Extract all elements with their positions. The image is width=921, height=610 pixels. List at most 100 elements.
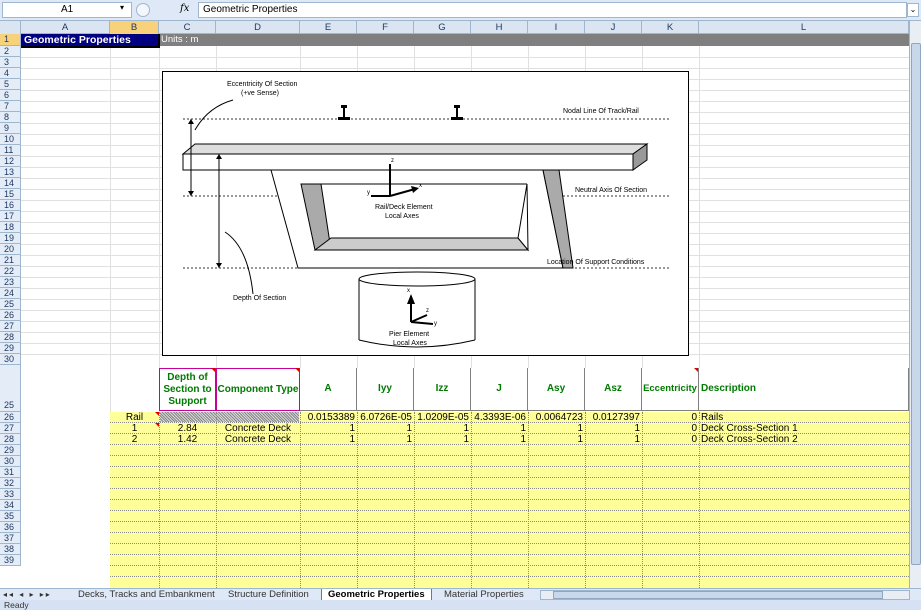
column-header-a[interactable]: A (21, 21, 110, 34)
row-header[interactable]: 11 (0, 145, 21, 156)
cell-a[interactable]: 0.0153389 (300, 412, 357, 423)
row-header[interactable]: 12 (0, 156, 21, 167)
row-header[interactable]: 32 (0, 478, 21, 489)
cell-j[interactable]: 4.3393E-06 (471, 412, 528, 423)
cell-asy[interactable]: 0.0064723 (528, 412, 585, 423)
row-header[interactable]: 25 (0, 299, 21, 310)
row-header[interactable]: 37 (0, 533, 21, 544)
row-header-1[interactable]: 1 (0, 34, 21, 46)
column-header-h[interactable]: H (471, 21, 528, 34)
cell-eccentricity[interactable]: 0 (642, 423, 699, 434)
row-header[interactable]: 26 (0, 310, 21, 321)
row-header[interactable]: 20 (0, 244, 21, 255)
row-header[interactable]: 8 (0, 112, 21, 123)
row-header[interactable]: 9 (0, 123, 21, 134)
name-box[interactable]: A1 (2, 2, 132, 18)
header-depth[interactable]: Depth of Section to Support (159, 368, 216, 411)
column-header-l[interactable]: L (699, 21, 909, 34)
column-header-d[interactable]: D (216, 21, 300, 34)
row-header[interactable]: 28 (0, 434, 21, 445)
column-header-e[interactable]: E (300, 21, 357, 34)
header-description[interactable]: Description (699, 368, 909, 411)
cell-description[interactable]: Deck Cross-Section 2 (699, 434, 909, 445)
cell-asy[interactable]: 1 (528, 434, 585, 445)
row-header[interactable]: 16 (0, 200, 21, 211)
row-header[interactable]: 21 (0, 255, 21, 266)
row-header[interactable]: 22 (0, 266, 21, 277)
row-header[interactable]: 30 (0, 354, 21, 365)
column-header-c[interactable]: C (159, 21, 216, 34)
row-header[interactable]: 10 (0, 134, 21, 145)
column-header-i[interactable]: I (528, 21, 585, 34)
column-header-g[interactable]: G (414, 21, 471, 34)
cell-asz[interactable]: 1 (585, 434, 642, 445)
row-header[interactable]: 28 (0, 332, 21, 343)
cell-eccentricity[interactable]: 0 (642, 412, 699, 423)
row-header[interactable]: 17 (0, 211, 21, 222)
column-header-k[interactable]: K (642, 21, 699, 34)
column-header-j[interactable]: J (585, 21, 642, 34)
row-header[interactable]: 39 (0, 555, 21, 566)
row-header[interactable]: 27 (0, 423, 21, 434)
vertical-scrollbar[interactable] (909, 21, 921, 588)
row-header[interactable]: 34 (0, 500, 21, 511)
row-header[interactable]: 7 (0, 101, 21, 112)
row-header[interactable]: 23 (0, 277, 21, 288)
row-header[interactable]: 19 (0, 233, 21, 244)
name-box-dropdown-icon[interactable]: ▾ (120, 3, 124, 12)
row-header[interactable]: 27 (0, 321, 21, 332)
cell-depth[interactable]: 1.42 (159, 434, 216, 445)
horizontal-scrollbar[interactable] (540, 590, 910, 600)
header-iyy[interactable]: Iyy (357, 368, 414, 411)
header-j[interactable]: J (471, 368, 528, 411)
row-header[interactable]: 29 (0, 445, 21, 456)
column-header-f[interactable]: F (357, 21, 414, 34)
header-asz[interactable]: Asz (585, 368, 642, 411)
cell-description[interactable]: Rails (699, 412, 909, 423)
tab-navigation-arrows[interactable]: ◂◂ ◂ ▸ ▸▸ (3, 589, 52, 600)
row-header[interactable]: 38 (0, 544, 21, 555)
vertical-scroll-thumb[interactable] (911, 43, 921, 565)
cell-izz[interactable]: 1.0209E-05 (414, 412, 471, 423)
header-a[interactable]: A (300, 368, 357, 411)
cell-izz[interactable]: 1 (414, 423, 471, 434)
cell-iyy[interactable]: 1 (357, 434, 414, 445)
cell-j[interactable]: 1 (471, 423, 528, 434)
row-header[interactable]: 13 (0, 167, 21, 178)
formula-input[interactable]: Geometric Properties (198, 2, 907, 18)
cell-a[interactable]: 1 (300, 423, 357, 434)
cell-asy[interactable]: 1 (528, 423, 585, 434)
cell-asz[interactable]: 0.0127397 (585, 412, 642, 423)
row-header[interactable]: 31 (0, 467, 21, 478)
cell-description[interactable]: Deck Cross-Section 1 (699, 423, 909, 434)
cancel-formula-icon[interactable] (136, 3, 150, 17)
row-label-cell[interactable]: Rail (110, 412, 159, 423)
cell-component-type[interactable]: Concrete Deck (216, 423, 300, 434)
sheet-grid[interactable]: Geometric Properties Units : m Eccentric… (21, 34, 909, 588)
header-izz[interactable]: Izz (414, 368, 471, 411)
cell-a[interactable]: 1 (300, 434, 357, 445)
sheet-title-cell[interactable]: Geometric Properties (21, 34, 160, 48)
horizontal-scroll-thumb[interactable] (553, 591, 883, 599)
row-label-cell[interactable]: 1 (110, 423, 159, 434)
select-all-button[interactable] (0, 21, 21, 34)
row-header[interactable]: 33 (0, 489, 21, 500)
header-component-type[interactable]: Component Type (216, 368, 300, 411)
row-label-cell[interactable]: 2 (110, 434, 159, 445)
cross-section-diagram[interactable]: Eccentricity Of Section (+ve Sense) Noda… (162, 71, 689, 356)
row-header[interactable]: 24 (0, 288, 21, 299)
expand-formula-bar-icon[interactable]: ⌄ (907, 3, 919, 17)
row-header[interactable]: 29 (0, 343, 21, 354)
cell-j[interactable]: 1 (471, 434, 528, 445)
row-header[interactable]: 36 (0, 522, 21, 533)
row-header[interactable]: 6 (0, 90, 21, 101)
cell-eccentricity[interactable]: 0 (642, 434, 699, 445)
cell-component-type[interactable]: Concrete Deck (216, 434, 300, 445)
cell-asz[interactable]: 1 (585, 423, 642, 434)
row-header[interactable]: 30 (0, 456, 21, 467)
row-header[interactable]: 25 (0, 365, 21, 412)
row-header[interactable]: 4 (0, 68, 21, 79)
row-header[interactable]: 3 (0, 57, 21, 68)
column-header-b[interactable]: B (110, 21, 159, 34)
cell-izz[interactable]: 1 (414, 434, 471, 445)
